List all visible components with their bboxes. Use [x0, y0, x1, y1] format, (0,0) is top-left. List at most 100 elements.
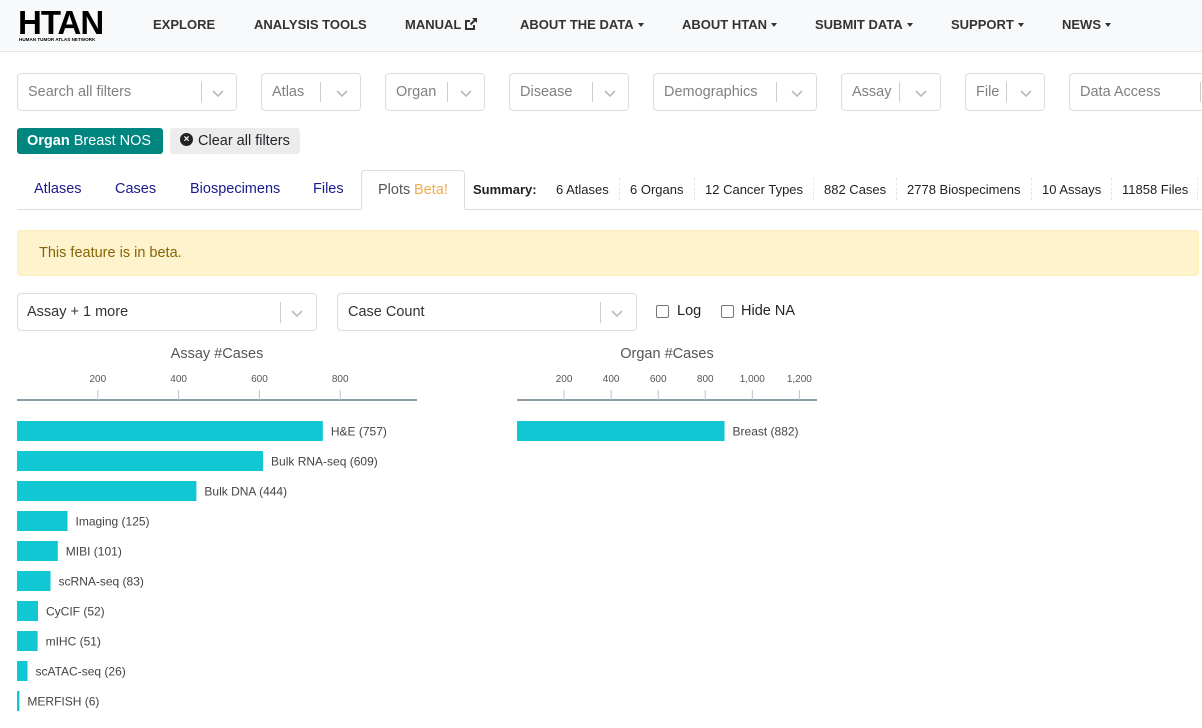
- select-placeholder: Disease: [520, 84, 573, 100]
- bar-label: Bulk DNA (444): [204, 485, 287, 499]
- bar: [517, 421, 725, 441]
- bar: [17, 571, 51, 591]
- nav-support[interactable]: SUPPORT: [951, 17, 1024, 32]
- summary-separator: [896, 178, 897, 200]
- nav-label: ANALYSIS TOOLS: [254, 17, 367, 32]
- select-placeholder: File: [976, 84, 1000, 100]
- nav-explore[interactable]: EXPLORE: [153, 17, 215, 32]
- bar-label: MERFISH (6): [27, 695, 99, 709]
- logo-subtitle: HUMAN TUMOR ATLAS NETWORK: [19, 37, 96, 42]
- file-filter-select[interactable]: File: [965, 73, 1045, 111]
- summary-assays: 10 Assays: [1042, 182, 1102, 197]
- summary-label: Summary:: [473, 182, 537, 197]
- x-tick-label: 600: [650, 374, 667, 385]
- bar-label: MIBI (101): [66, 545, 122, 559]
- nav-label: NEWS: [1062, 17, 1101, 32]
- x-tick-label: 1,200: [787, 374, 812, 385]
- bar: [17, 511, 68, 531]
- hide-na-checkbox[interactable]: [721, 305, 734, 318]
- summary-atlases: 6 Atlases: [556, 182, 609, 197]
- chevron-down-icon: [604, 90, 616, 98]
- select-divider: [1006, 82, 1007, 102]
- assay-cases-chart: Assay #Cases 200 400 600 800 H&E (757) Bulk R…: [17, 344, 437, 728]
- nav-label: ABOUT THE DATA: [520, 17, 634, 32]
- summary-cancer-types: 12 Cancer Types: [705, 182, 804, 197]
- data-access-filter-select[interactable]: Data Access: [1069, 73, 1202, 111]
- atlas-filter-select[interactable]: Atlas: [261, 73, 361, 111]
- clear-label: Clear all filters: [198, 133, 290, 149]
- external-link-icon: [465, 17, 478, 30]
- search-all-filters-select[interactable]: Search all filters: [17, 73, 237, 111]
- close-circle-icon: ×: [180, 132, 193, 146]
- x-tick-label: 600: [251, 374, 268, 385]
- summary-files: 11858 Files: [1122, 182, 1189, 197]
- organ-filter-select[interactable]: Organ: [385, 73, 485, 111]
- beta-badge: Beta!: [414, 182, 448, 198]
- caret-down-icon: [1105, 22, 1111, 27]
- nav-analysis-tools[interactable]: ANALYSIS TOOLS: [254, 17, 367, 32]
- bar-label: scRNA-seq (83): [59, 575, 144, 589]
- htan-logo[interactable]: HTAN HUMAN TUMOR ATLAS NETWORK: [18, 4, 118, 43]
- group-by-select[interactable]: Assay + 1 more: [17, 293, 317, 331]
- select-placeholder: Demographics: [664, 84, 758, 100]
- disease-filter-select[interactable]: Disease: [509, 73, 629, 111]
- bar-label: scATAC-seq (26): [36, 665, 126, 679]
- select-divider: [899, 82, 900, 102]
- clear-all-filters-button[interactable]: × Clear all filters: [170, 128, 300, 154]
- chevron-down-icon: [291, 310, 303, 318]
- select-divider: [776, 82, 777, 102]
- logo-title: HTAN: [18, 4, 104, 41]
- select-divider: [201, 82, 202, 102]
- summary-separator: [1111, 178, 1112, 200]
- nav-about-htan[interactable]: ABOUT HTAN: [682, 17, 777, 32]
- bar-label: Imaging (125): [76, 515, 150, 529]
- tab-atlases[interactable]: Atlases: [34, 181, 82, 197]
- metric-select[interactable]: Case Count: [337, 293, 637, 331]
- x-tick-label: 200: [89, 374, 106, 385]
- tab-label: Atlases: [34, 181, 82, 197]
- x-tick-label: 1,000: [740, 374, 765, 385]
- caret-down-icon: [637, 22, 644, 27]
- tab-cases[interactable]: Cases: [115, 181, 156, 197]
- chevron-down-icon: [915, 90, 927, 98]
- nav-label: SUPPORT: [951, 17, 1014, 32]
- tab-biospecimens[interactable]: Biospecimens: [190, 181, 280, 197]
- bar-label: CyCIF (52): [46, 605, 105, 619]
- hide-na-label: Hide NA: [741, 303, 795, 319]
- log-checkbox[interactable]: [656, 305, 669, 318]
- nav-news[interactable]: NEWS: [1062, 17, 1111, 32]
- select-placeholder: Atlas: [272, 84, 305, 100]
- assay-filter-select[interactable]: Assay: [841, 73, 941, 111]
- select-divider: [320, 82, 321, 102]
- tab-label: Biospecimens: [190, 181, 281, 197]
- nav-manual[interactable]: MANUAL: [405, 17, 479, 34]
- tab-label: Plots: [378, 182, 411, 198]
- nav-label: ABOUT HTAN: [682, 17, 767, 32]
- bar: [17, 661, 28, 681]
- assay-cases-svg: 200 400 600 800 H&E (757) Bulk RNA-seq (609) B…: [17, 374, 417, 711]
- x-tick-label: 800: [332, 374, 349, 385]
- tab-plots[interactable]: Plots Beta!: [361, 170, 465, 210]
- x-tick-label: 400: [170, 374, 187, 385]
- nav-submit-data[interactable]: SUBMIT DATA: [815, 17, 913, 32]
- bar-label: Breast (882): [733, 425, 799, 439]
- top-navbar: HTAN HUMAN TUMOR ATLAS NETWORK EXPLORE A…: [0, 0, 1202, 52]
- alert-text: This feature is in beta.: [39, 245, 182, 261]
- bar-label: Bulk RNA-seq (609): [271, 455, 378, 469]
- tab-files[interactable]: Files: [313, 181, 344, 197]
- organ-cases-chart: Organ #Cases 200 400 600 800 1,000 1,200 Breas…: [517, 344, 837, 464]
- chevron-down-icon: [212, 90, 224, 98]
- chevron-down-icon: [611, 310, 623, 318]
- active-filter-chip-organ[interactable]: Organ Breast NOS: [17, 128, 163, 154]
- bar: [17, 451, 264, 471]
- summary-cases: 882 Cases: [824, 182, 887, 197]
- chip-key: Organ: [27, 133, 70, 149]
- summary-organs: 6 Organs: [630, 182, 684, 197]
- select-placeholder: Search all filters: [28, 84, 132, 100]
- select-divider: [447, 82, 448, 102]
- bar: [17, 481, 197, 501]
- demographics-filter-select[interactable]: Demographics: [653, 73, 817, 111]
- summary-separator: [694, 178, 695, 200]
- nav-about-the-data[interactable]: ABOUT THE DATA: [520, 17, 644, 32]
- bar: [17, 421, 323, 441]
